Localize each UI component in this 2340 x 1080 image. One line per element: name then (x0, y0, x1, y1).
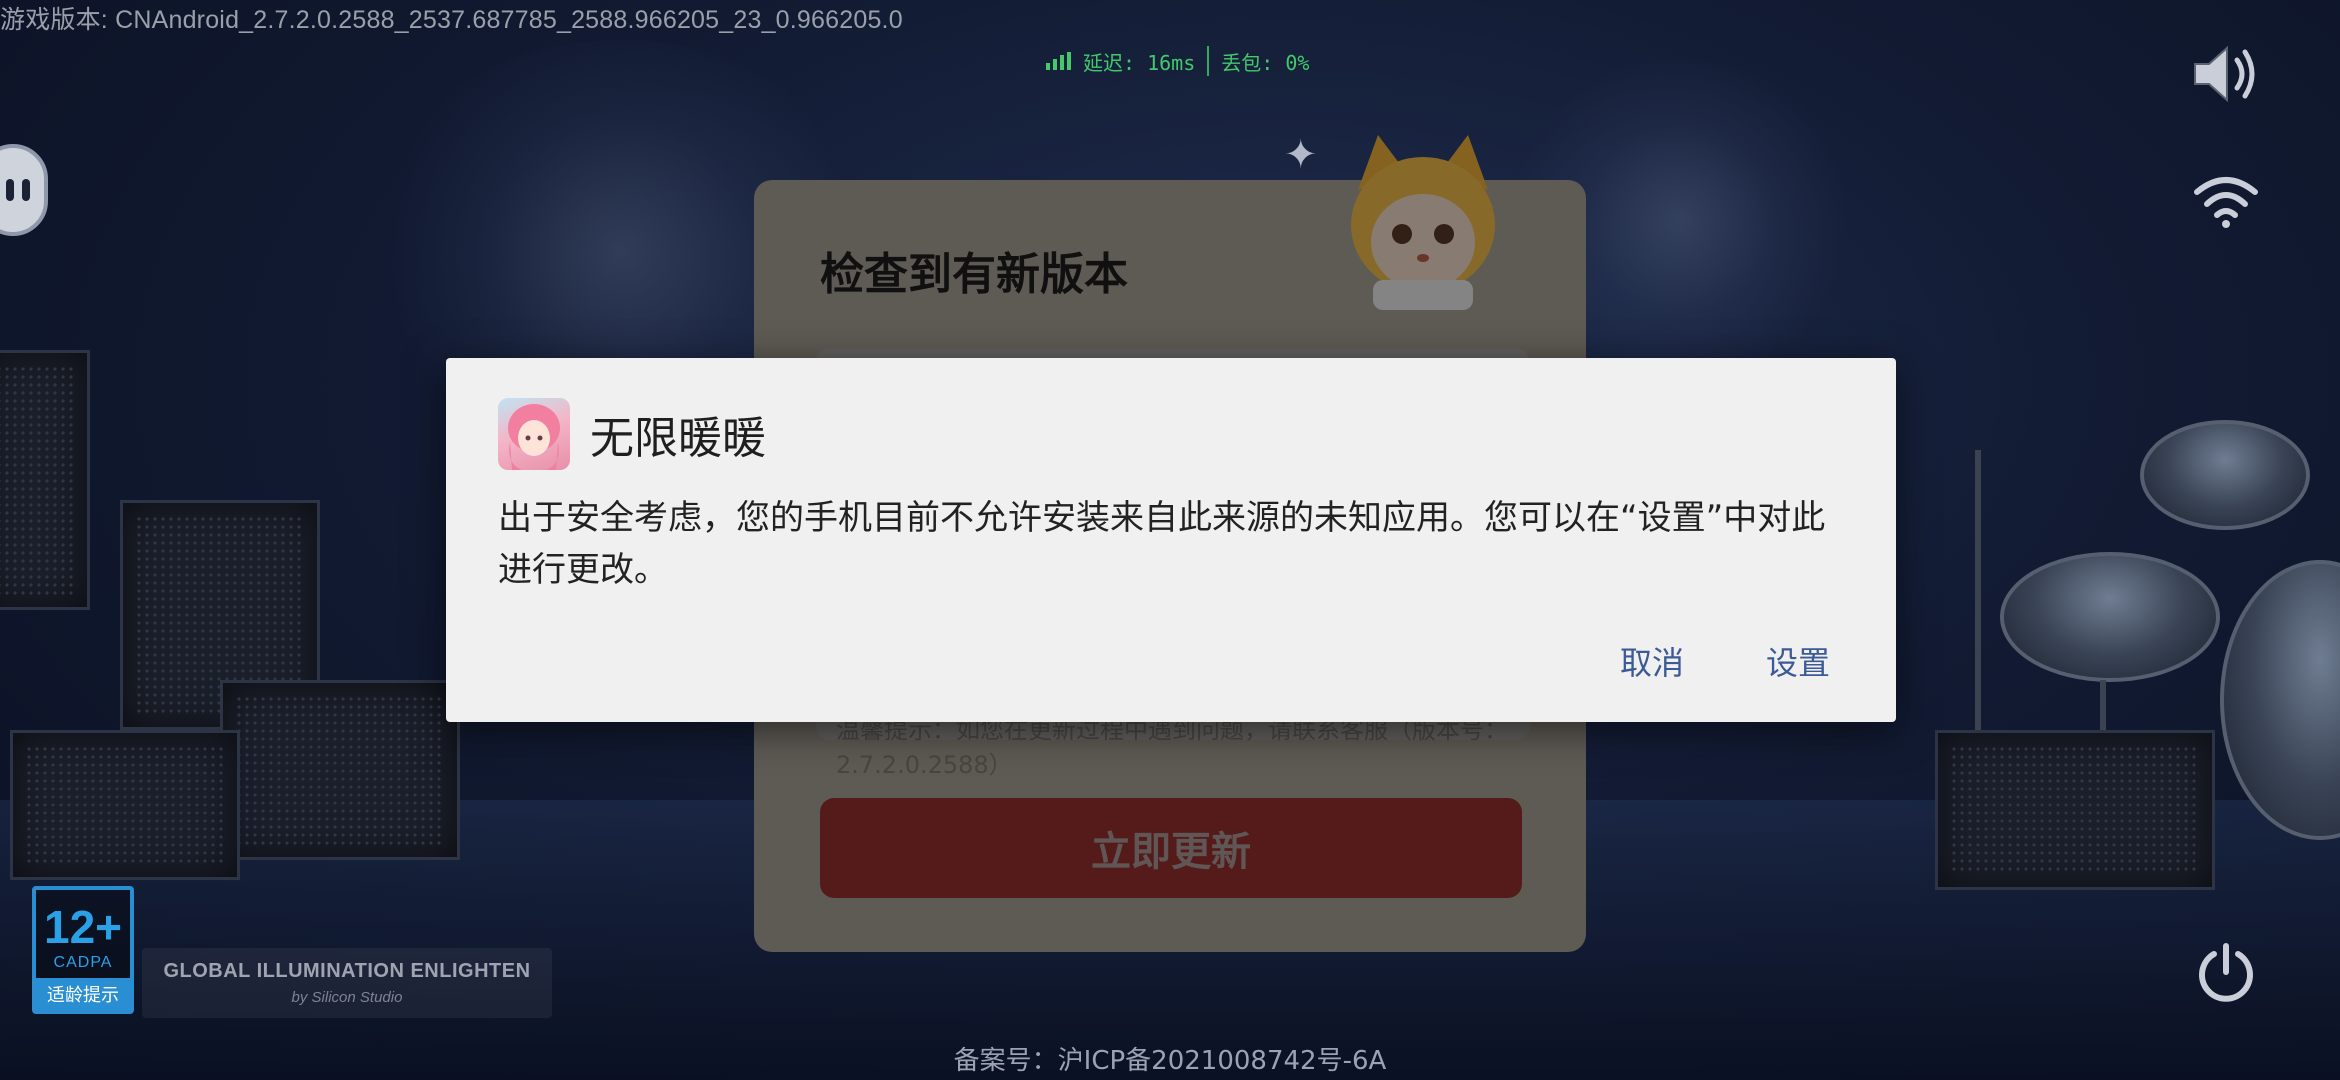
enlighten-title: GLOBAL ILLUMINATION ENLIGHTEN (163, 960, 531, 982)
age-rating-label: 适龄提示 (36, 978, 130, 1010)
network-status: 延迟: 16ms 丢包: 0% (1046, 44, 1309, 78)
install-blocked-dialog: 无限暖暖 出于安全考虑，您的手机目前不允许安装来自此来源的未知应用。您可以在“设… (446, 358, 1896, 722)
amplifier (0, 350, 90, 610)
age-rating-org: CADPA (53, 954, 113, 971)
enlighten-badge: GLOBAL ILLUMINATION ENLIGHTEN by Silicon… (142, 948, 552, 1018)
stage-box (1935, 730, 2215, 890)
dialog-title: 无限暖暖 (590, 413, 766, 464)
amplifier (220, 680, 460, 860)
dialog-actions: 取消 设置 (1620, 638, 1830, 684)
drum-snare (2000, 552, 2220, 682)
dialog-header: 无限暖暖 (498, 398, 766, 470)
cat-mascot-icon (1351, 135, 1495, 310)
flight-case (10, 730, 240, 880)
app-icon (498, 398, 570, 470)
age-rating-badge: 12+ CADPA 适龄提示 (32, 886, 134, 1014)
sparkle-icon: ✦ (1284, 132, 1318, 178)
enlighten-subtitle: by Silicon Studio (291, 989, 403, 1006)
volume-icon[interactable] (2186, 34, 2266, 114)
latency-text: 延迟: 16ms (1083, 50, 1196, 75)
game-version-text: 游戏版本: CNAndroid_2.7.2.0.2588_2537.687785… (0, 6, 903, 34)
dialog-message: 出于安全考虑，您的手机目前不允许安装来自此来源的未知应用。您可以在“设置”中对此… (498, 498, 1826, 590)
packet-loss-text: 丢包: 0% (1221, 50, 1310, 75)
settings-button[interactable]: 设置 (1766, 638, 1830, 684)
drum-floor (2220, 560, 2340, 840)
age-rating-number: 12+ (43, 901, 123, 953)
update-now-button[interactable]: 立即更新 (820, 798, 1522, 898)
power-icon[interactable] (2186, 932, 2266, 1012)
chat-bubble-icon[interactable] (0, 144, 48, 236)
cancel-button[interactable]: 取消 (1620, 638, 1684, 684)
update-title: 检查到有新版本 (820, 249, 1128, 300)
drum-tom (2140, 420, 2310, 530)
signal-icon (1046, 52, 1071, 70)
status-divider (1207, 46, 1210, 76)
icp-record-text: 备案号：沪ICP备2021008742号-6A (953, 1046, 1387, 1076)
wifi-icon (2186, 160, 2266, 240)
